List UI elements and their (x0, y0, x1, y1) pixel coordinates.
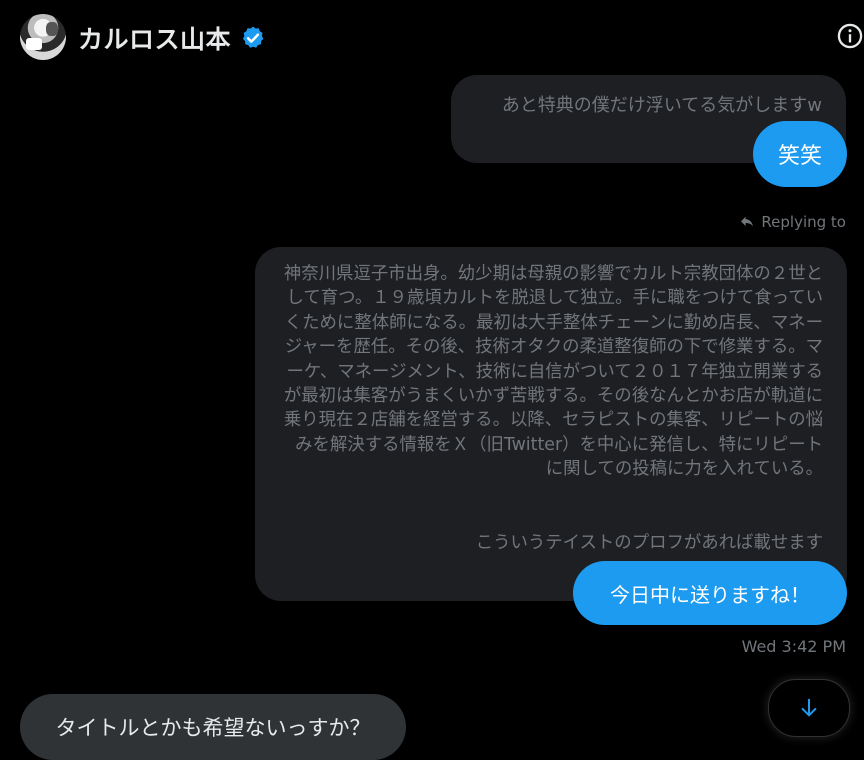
scroll-to-bottom-button[interactable] (768, 679, 850, 737)
sent-reply-bubble[interactable]: 今日中に送りますね！ (573, 561, 847, 625)
profile-text: 神奈川県逗子市出身。幼少期は母親の影響でカルト宗教団体の２世として育つ。１９歳頃… (283, 264, 823, 480)
quoted-message-text: あと特典の僕だけ浮いてる気がしますw (501, 95, 822, 116)
avatar[interactable] (20, 14, 66, 60)
replying-to-indicator: Replying to (739, 213, 846, 231)
contact-name[interactable]: カルロス山本 (78, 20, 231, 56)
sent-message-bubble[interactable]: 笑笑 (753, 121, 847, 187)
reply-arrow-icon (741, 216, 754, 227)
received-message-text: タイトルとかも希望ないっすか？ (55, 716, 371, 740)
received-message-bubble[interactable]: タイトルとかも希望ないっすか？ (20, 694, 406, 760)
sent-message-text: 笑笑 (777, 144, 822, 169)
sent-reply-text: 今日中に送りますね！ (610, 582, 810, 607)
conversation-header: カルロス山本 (0, 0, 864, 76)
verified-badge-icon (242, 26, 264, 48)
arrow-down-icon (801, 698, 817, 717)
info-icon[interactable] (836, 22, 864, 50)
message-timestamp: Wed 3:42 PM (741, 637, 846, 656)
profile-request-text: こういうテイストのプロフがあれば載せます (475, 533, 823, 553)
quoted-profile-bubble[interactable]: 神奈川県逗子市出身。幼少期は母親の影響でカルト宗教団体の２世として育つ。１９歳頃… (255, 247, 847, 601)
replying-to-label: Replying to (761, 213, 846, 231)
